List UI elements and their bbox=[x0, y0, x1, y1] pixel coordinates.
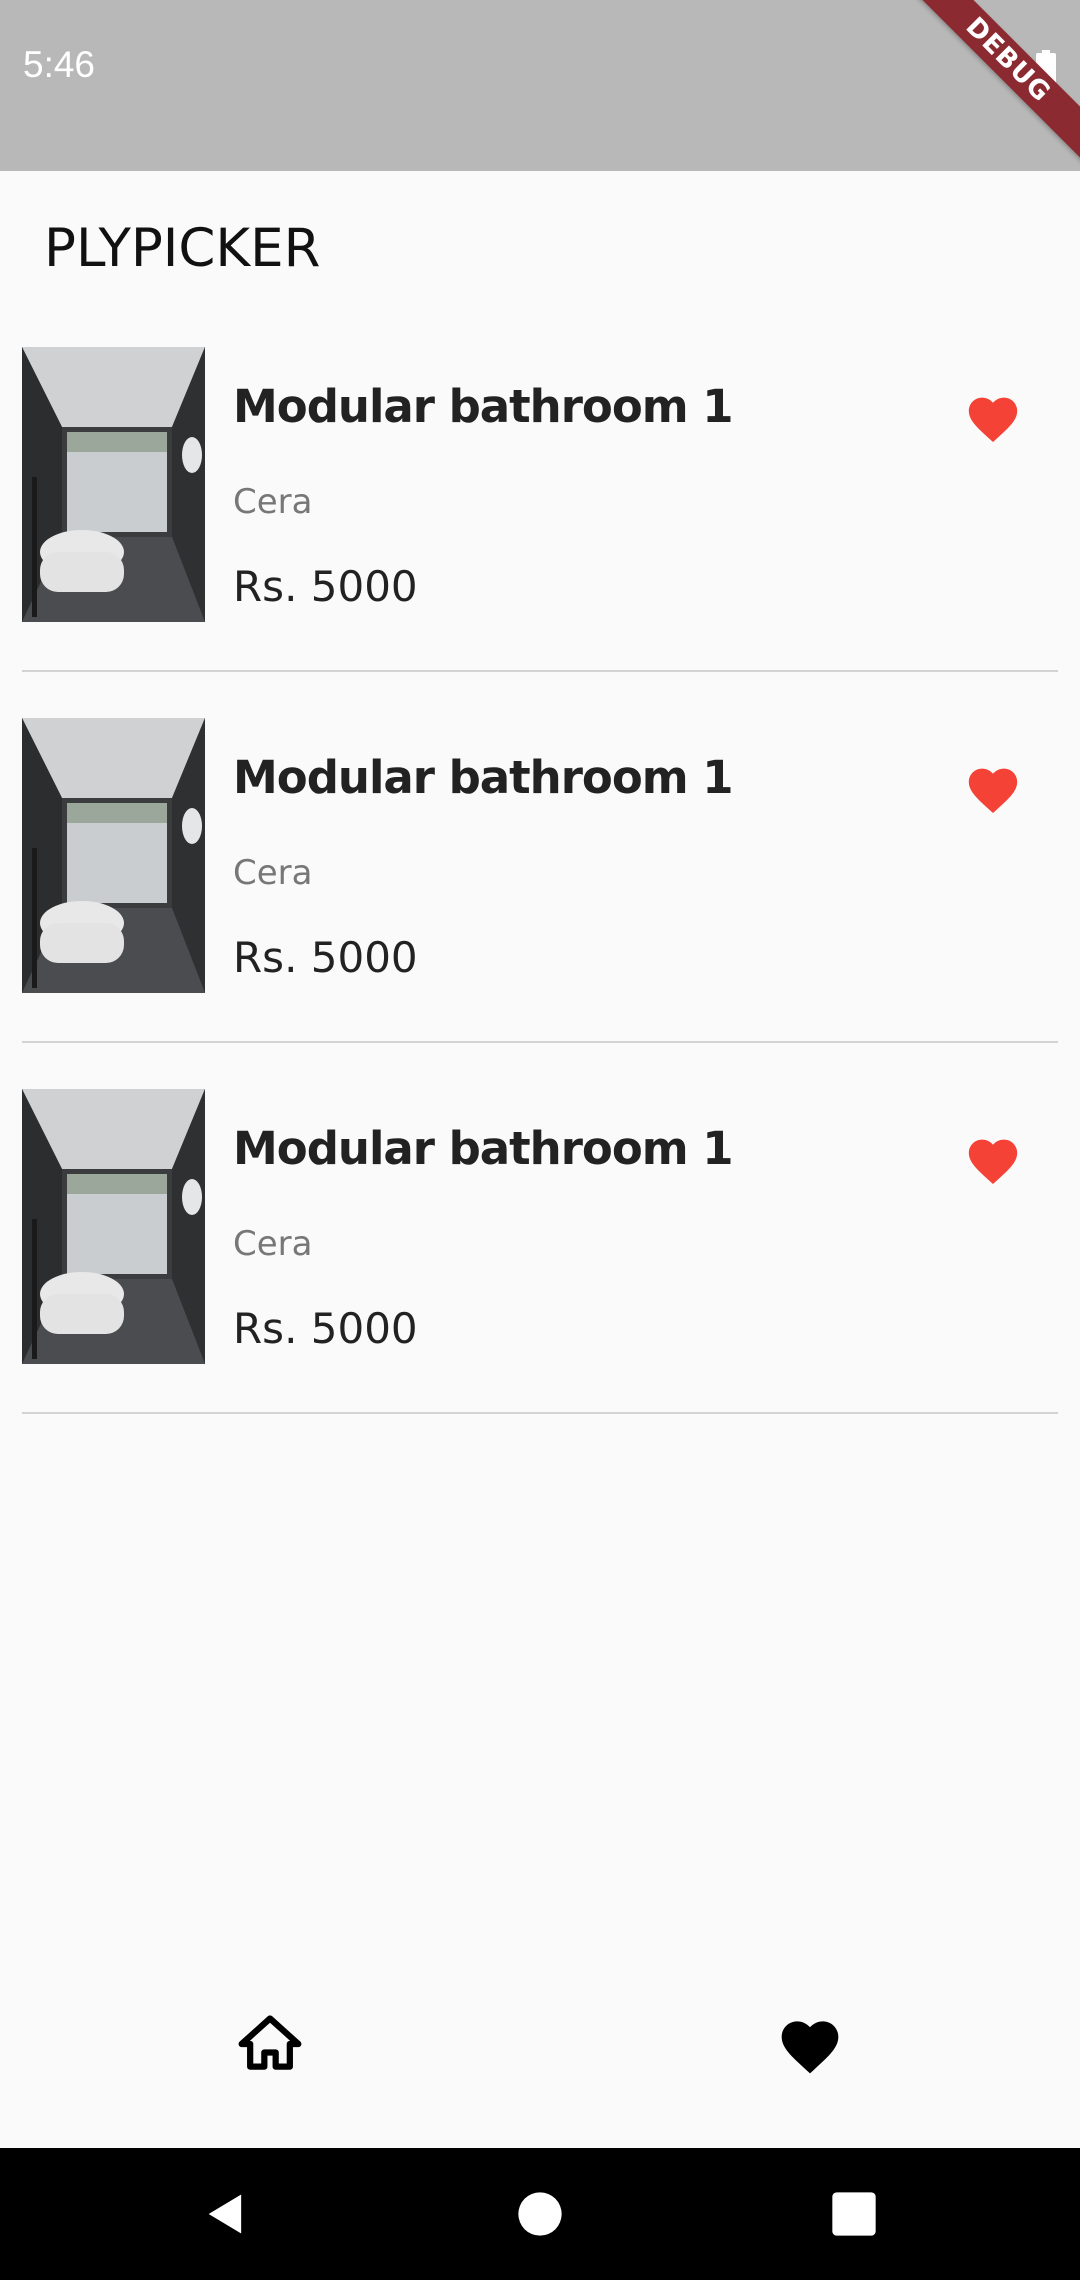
product-list: Modular bathroom 1 Cera Rs. 5000 Modular… bbox=[0, 342, 1080, 1455]
back-icon[interactable] bbox=[200, 2188, 252, 2240]
bottom-nav bbox=[0, 1970, 1080, 2078]
product-name: Modular bathroom 1 bbox=[233, 380, 734, 433]
product-name: Modular bathroom 1 bbox=[233, 1122, 734, 1175]
page-title: PLYPICKER bbox=[44, 218, 321, 279]
screen: 5:46 DEBUG PLYPICKER Modular bathroom 1 … bbox=[0, 0, 1080, 2280]
favorite-button[interactable] bbox=[958, 753, 1028, 823]
recents-icon[interactable] bbox=[828, 2188, 880, 2240]
heart-icon bbox=[968, 768, 1018, 814]
product-price: Rs. 5000 bbox=[233, 933, 418, 982]
product-price: Rs. 5000 bbox=[233, 1304, 418, 1353]
divider bbox=[22, 670, 1058, 672]
heart-icon[interactable] bbox=[776, 2010, 844, 2078]
product-brand: Cera bbox=[233, 853, 313, 893]
list-item[interactable]: Modular bathroom 1 Cera Rs. 5000 bbox=[0, 1084, 1080, 1455]
list-item[interactable]: Modular bathroom 1 Cera Rs. 5000 bbox=[0, 713, 1080, 1084]
heart-icon bbox=[968, 1139, 1018, 1185]
home-circle-icon[interactable] bbox=[514, 2188, 566, 2240]
status-time: 5:46 bbox=[23, 44, 96, 85]
divider bbox=[22, 1412, 1058, 1414]
status-bar: 5:46 DEBUG bbox=[0, 0, 1080, 171]
system-nav-bar bbox=[0, 2148, 1080, 2280]
favorite-button[interactable] bbox=[958, 382, 1028, 452]
bathroom-photo bbox=[22, 718, 205, 993]
product-brand: Cera bbox=[233, 1224, 313, 1264]
divider bbox=[22, 1041, 1058, 1043]
product-name: Modular bathroom 1 bbox=[233, 751, 734, 804]
favorite-button[interactable] bbox=[958, 1124, 1028, 1194]
bathroom-photo bbox=[22, 1089, 205, 1364]
debug-banner: DEBUG bbox=[903, 0, 1080, 165]
product-brand: Cera bbox=[233, 482, 313, 522]
product-price: Rs. 5000 bbox=[233, 562, 418, 611]
home-icon[interactable] bbox=[236, 2010, 304, 2078]
bathroom-photo bbox=[22, 347, 205, 622]
heart-icon bbox=[968, 397, 1018, 443]
list-item[interactable]: Modular bathroom 1 Cera Rs. 5000 bbox=[0, 342, 1080, 713]
